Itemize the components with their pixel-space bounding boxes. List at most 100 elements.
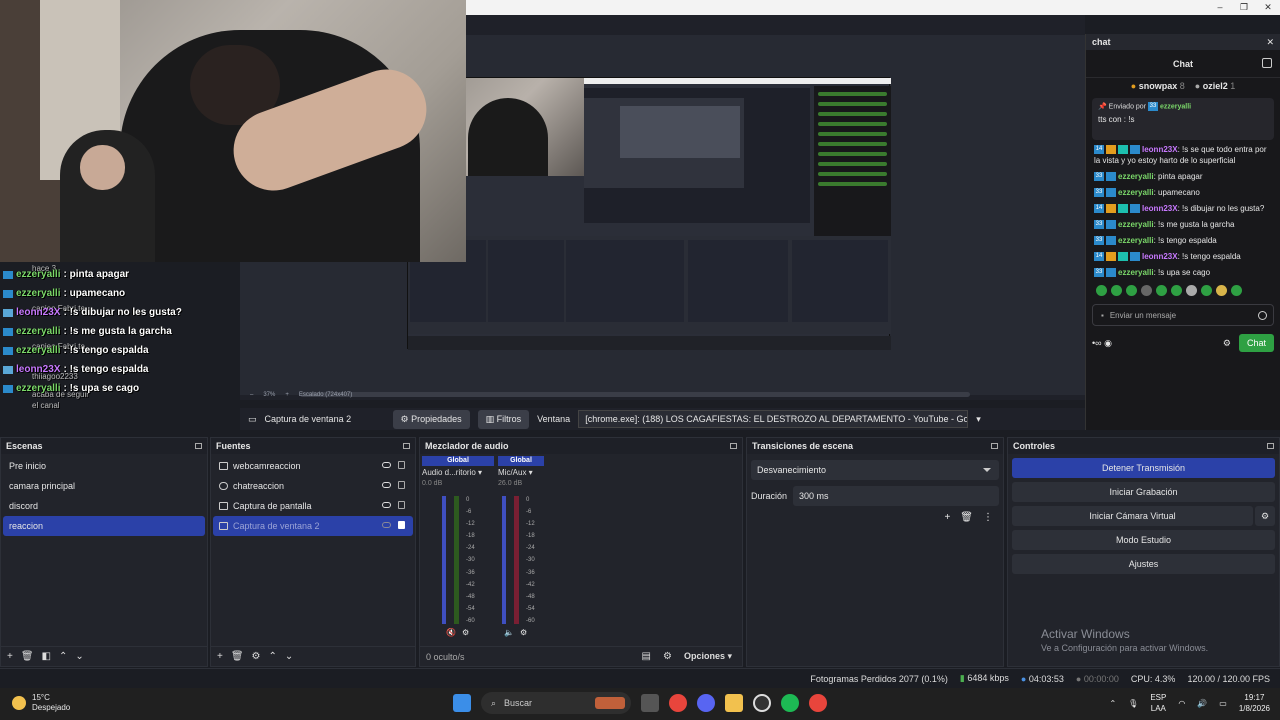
- scene-item[interactable]: camara principal: [3, 476, 205, 496]
- layout-icon[interactable]: ▤: [642, 651, 651, 662]
- discord-icon[interactable]: [697, 694, 715, 712]
- chat-username[interactable]: ezzeryalli: [1118, 236, 1154, 245]
- undock-icon[interactable]: [991, 443, 998, 449]
- file-explorer-icon[interactable]: [725, 694, 743, 712]
- trash-icon[interactable]: 🗑: [231, 651, 244, 662]
- chat-username[interactable]: ezzeryalli: [1118, 268, 1154, 277]
- visibility-hidden-icon[interactable]: [382, 522, 391, 528]
- visibility-icon[interactable]: [382, 462, 391, 468]
- source-item[interactable]: Captura de pantalla: [213, 496, 413, 516]
- task-view-icon[interactable]: [641, 694, 659, 712]
- clock[interactable]: 19:17 1/8/2026: [1239, 692, 1270, 714]
- trash-icon[interactable]: 🗑: [960, 512, 973, 523]
- chat-input[interactable]: ▪ Enviar un mensaje: [1092, 304, 1274, 326]
- move-down-icon[interactable]: ⌄: [285, 651, 293, 662]
- move-up-icon[interactable]: ⌃: [269, 651, 277, 662]
- sources-footer: + 🗑 ⚙ ⌃ ⌄: [211, 646, 415, 666]
- lock-icon[interactable]: [398, 521, 405, 529]
- emoji-icon[interactable]: [1258, 311, 1267, 320]
- volume-fader[interactable]: [442, 496, 446, 624]
- chrome-icon[interactable]: [669, 694, 687, 712]
- lock-icon[interactable]: [398, 481, 405, 489]
- options-button[interactable]: Opciones ▾: [684, 651, 732, 662]
- channel-name[interactable]: Audio d...ritorio ▾: [422, 468, 494, 477]
- muted-speaker-icon[interactable]: 🔇: [446, 628, 456, 637]
- mixer-settings-icon[interactable]: ⚙: [663, 651, 672, 662]
- points-icon[interactable]: •∞ ◉: [1092, 338, 1112, 349]
- wifi-icon[interactable]: ◠: [1178, 699, 1185, 708]
- filter-icon[interactable]: ◧: [42, 651, 51, 662]
- zoom-in-icon[interactable]: +: [285, 392, 289, 398]
- lock-icon[interactable]: [398, 501, 405, 509]
- channel-gear-icon[interactable]: ⚙: [462, 628, 469, 637]
- user-list-icon[interactable]: [1262, 58, 1272, 68]
- gear-icon[interactable]: ⚙: [1223, 338, 1231, 349]
- battery-icon[interactable]: ▭: [1219, 699, 1227, 708]
- settings-button[interactable]: Ajustes: [1012, 554, 1275, 574]
- zoom-out-icon[interactable]: –: [250, 392, 253, 398]
- microphone-icon[interactable]: 🎙: [1128, 699, 1138, 708]
- add-icon[interactable]: +: [7, 651, 13, 662]
- lock-icon[interactable]: [398, 461, 405, 469]
- volume-icon[interactable]: 🔊: [1197, 699, 1207, 708]
- windows-start-icon[interactable]: [453, 694, 471, 712]
- obs-icon[interactable]: [753, 694, 771, 712]
- move-up-icon[interactable]: ⌃: [59, 651, 67, 662]
- badge-icon: [1106, 268, 1116, 278]
- scene-item[interactable]: discord: [3, 496, 205, 516]
- trash-icon[interactable]: 🗑: [21, 651, 34, 662]
- scene-item[interactable]: Pre inicio: [3, 456, 205, 476]
- chrome-profile-icon[interactable]: [809, 694, 827, 712]
- close-icon[interactable]: ✕: [1266, 37, 1274, 48]
- undock-icon[interactable]: [1267, 443, 1274, 449]
- scene-item-selected[interactable]: reaccion: [3, 516, 205, 536]
- volume-fader[interactable]: [502, 496, 506, 624]
- speaker-icon[interactable]: 🔈: [504, 628, 514, 637]
- spotify-icon[interactable]: [781, 694, 799, 712]
- source-item-selected[interactable]: Captura de ventana 2: [213, 516, 413, 536]
- overlay-chat-line: leonn23X: !s dibujar no les gusta?: [3, 307, 182, 318]
- undock-icon[interactable]: [403, 443, 410, 449]
- nested-chat: [814, 86, 891, 236]
- chevron-down-icon[interactable]: ▾: [976, 414, 981, 425]
- stop-stream-button[interactable]: Detener Transmisión: [1012, 458, 1275, 478]
- add-icon[interactable]: +: [217, 651, 223, 662]
- studio-mode-button[interactable]: Modo Estudio: [1012, 530, 1275, 550]
- close-icon[interactable]: ✕: [1256, 0, 1280, 15]
- language-indicator[interactable]: ESP LAA: [1150, 692, 1166, 714]
- chat-send-button[interactable]: Chat: [1238, 334, 1274, 352]
- weather-widget[interactable]: 15°C Despejado: [12, 693, 70, 713]
- undock-icon[interactable]: [730, 443, 737, 449]
- chat-messages: 14 leonn23X: !s se que todo entra por la …: [1086, 144, 1280, 278]
- source-item[interactable]: webcamreaccion: [213, 456, 413, 476]
- taskbar-search[interactable]: ⌕ Buscar: [481, 692, 631, 714]
- properties-button[interactable]: ⚙ Propiedades: [392, 409, 470, 429]
- tray-chevron-icon[interactable]: ⌃: [1109, 699, 1116, 708]
- undock-icon[interactable]: [195, 443, 202, 449]
- duration-field[interactable]: 300 ms: [793, 486, 999, 506]
- transition-select[interactable]: Desvanecimiento: [751, 460, 999, 480]
- gear-icon[interactable]: ⚙: [252, 651, 261, 662]
- chat-username[interactable]: ezzeryalli: [1118, 188, 1154, 197]
- move-down-icon[interactable]: ⌄: [75, 651, 83, 662]
- source-item[interactable]: chatreaccion: [213, 476, 413, 496]
- chat-username[interactable]: leonn23X: [1142, 204, 1178, 213]
- gear-icon[interactable]: ⚙: [1255, 506, 1275, 526]
- chat-username[interactable]: ezzeryalli: [1118, 220, 1154, 229]
- start-virtual-camera-button[interactable]: Iniciar Cámara Virtual: [1012, 506, 1253, 526]
- visibility-icon[interactable]: [382, 502, 391, 508]
- channel-gear-icon[interactable]: ⚙: [520, 628, 527, 637]
- pinned-message[interactable]: 📌 Enviado por 33 ezzeryalli tts con : !s: [1092, 98, 1274, 140]
- visibility-icon[interactable]: [382, 482, 391, 488]
- chat-username[interactable]: leonn23X: [1142, 252, 1178, 261]
- maximize-icon[interactable]: ❐: [1232, 0, 1256, 15]
- add-icon[interactable]: +: [944, 512, 950, 523]
- chat-username[interactable]: ezzeryalli: [1118, 172, 1154, 181]
- window-select[interactable]: [chrome.exe]: (188) LOS CAGAFIESTAS: EL …: [578, 410, 969, 428]
- channel-name[interactable]: Mic/Aux ▾: [498, 468, 544, 477]
- start-recording-button[interactable]: Iniciar Grabación: [1012, 482, 1275, 502]
- chat-username[interactable]: leonn23X: [1142, 145, 1178, 154]
- more-icon[interactable]: ⋮: [983, 512, 993, 523]
- minimize-icon[interactable]: –: [1208, 0, 1232, 15]
- filters-button[interactable]: ▥ Filtros: [477, 409, 530, 429]
